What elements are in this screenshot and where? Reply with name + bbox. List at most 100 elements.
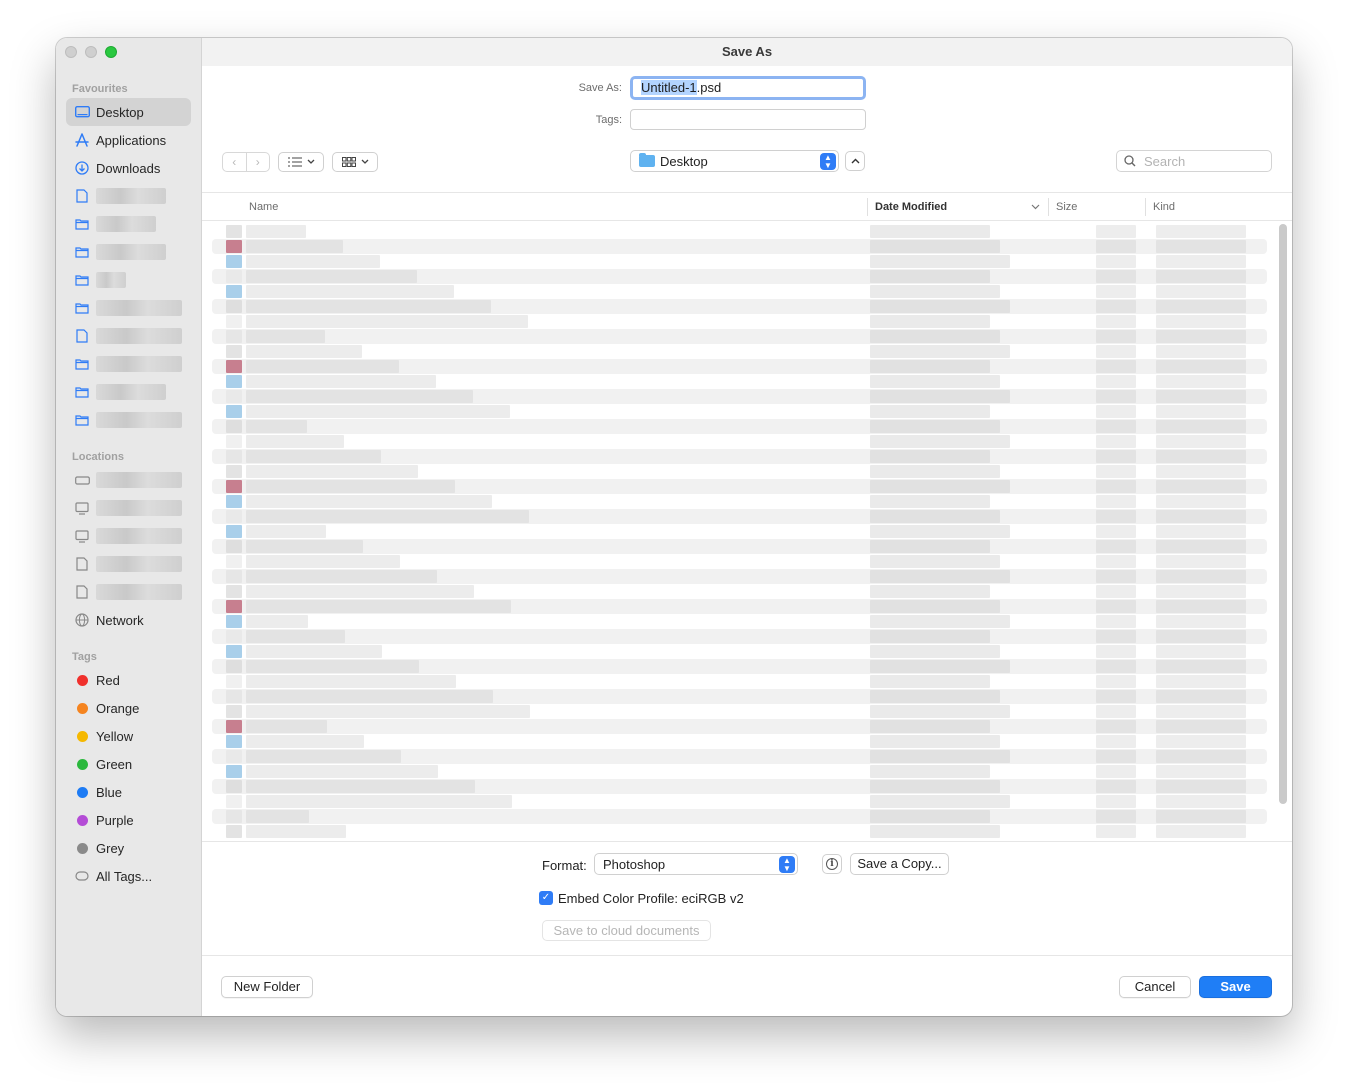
- info-button[interactable]: i: [822, 854, 842, 874]
- minimize-button[interactable]: [85, 46, 97, 58]
- sidebar-item-downloads[interactable]: Downloads: [66, 154, 191, 182]
- redacted-size: [1096, 390, 1136, 403]
- forward-button[interactable]: ›: [246, 152, 270, 172]
- column-name[interactable]: Name: [249, 201, 278, 213]
- tags-input[interactable]: [630, 109, 866, 130]
- file-row[interactable]: [212, 329, 1267, 344]
- file-row[interactable]: [212, 524, 1267, 539]
- sidebar-item-redacted-computer[interactable]: [66, 522, 191, 550]
- file-row[interactable]: [212, 659, 1267, 674]
- file-row[interactable]: [212, 284, 1267, 299]
- file-row[interactable]: [212, 719, 1267, 734]
- file-row[interactable]: [212, 824, 1267, 839]
- redacted-kind: [1156, 405, 1246, 418]
- file-row[interactable]: [212, 464, 1267, 479]
- file-row[interactable]: [212, 674, 1267, 689]
- redacted-kind: [1156, 525, 1246, 538]
- file-row[interactable]: [212, 569, 1267, 584]
- file-row[interactable]: [212, 794, 1267, 809]
- file-row[interactable]: [212, 449, 1267, 464]
- sidebar-item-redacted[interactable]: [66, 210, 191, 238]
- sidebar-item-network[interactable]: Network: [66, 606, 191, 634]
- file-row[interactable]: [212, 629, 1267, 644]
- file-row[interactable]: [212, 644, 1267, 659]
- file-row[interactable]: [212, 359, 1267, 374]
- sidebar-item-all-tags[interactable]: All Tags...: [66, 862, 191, 890]
- file-row[interactable]: [212, 599, 1267, 614]
- filename-input[interactable]: Untitled-1.psd: [630, 76, 866, 100]
- cancel-button[interactable]: Cancel: [1119, 976, 1191, 998]
- file-row[interactable]: [212, 779, 1267, 794]
- search-field[interactable]: Search: [1116, 150, 1272, 172]
- file-row[interactable]: [212, 404, 1267, 419]
- save-button[interactable]: Save: [1199, 976, 1272, 998]
- sidebar-item-applications[interactable]: Applications: [66, 126, 191, 154]
- sidebar-item-redacted[interactable]: [66, 294, 191, 322]
- file-row[interactable]: [212, 509, 1267, 524]
- file-row[interactable]: [212, 299, 1267, 314]
- file-row[interactable]: [212, 374, 1267, 389]
- file-row[interactable]: [212, 704, 1267, 719]
- sidebar-item-tag-orange[interactable]: Orange: [66, 694, 191, 722]
- column-size[interactable]: Size: [1056, 201, 1077, 213]
- file-row[interactable]: [212, 809, 1267, 824]
- file-row[interactable]: [212, 314, 1267, 329]
- back-button[interactable]: ‹: [222, 152, 247, 172]
- file-row[interactable]: [212, 494, 1267, 509]
- group-button[interactable]: [332, 152, 378, 172]
- file-row[interactable]: [212, 344, 1267, 359]
- sidebar-item-redacted[interactable]: [66, 322, 191, 350]
- file-row[interactable]: [212, 539, 1267, 554]
- redacted-name: [246, 480, 455, 493]
- sidebar-item-redacted[interactable]: [66, 238, 191, 266]
- sidebar-item-tag-green[interactable]: Green: [66, 750, 191, 778]
- file-row[interactable]: [212, 734, 1267, 749]
- sidebar-item-redacted[interactable]: [66, 182, 191, 210]
- file-row[interactable]: [212, 224, 1267, 239]
- file-icon: [226, 690, 242, 703]
- expand-collapse-button[interactable]: [845, 151, 865, 171]
- sidebar-item-tag-grey[interactable]: Grey: [66, 834, 191, 862]
- file-row[interactable]: [212, 419, 1267, 434]
- column-date-modified[interactable]: Date Modified: [875, 201, 947, 213]
- view-list-button[interactable]: [278, 152, 324, 172]
- sidebar-item-tag-red[interactable]: Red: [66, 666, 191, 694]
- file-row[interactable]: [212, 479, 1267, 494]
- close-button[interactable]: [65, 46, 77, 58]
- save-to-cloud-button[interactable]: Save to cloud documents: [542, 920, 711, 941]
- redacted-label: [96, 328, 182, 344]
- file-row[interactable]: [212, 749, 1267, 764]
- file-list[interactable]: [212, 224, 1267, 842]
- file-row[interactable]: [212, 584, 1267, 599]
- sidebar-item-desktop[interactable]: Desktop: [66, 98, 191, 126]
- file-row[interactable]: [212, 389, 1267, 404]
- column-kind[interactable]: Kind: [1153, 201, 1175, 213]
- sidebar-item-redacted[interactable]: [66, 378, 191, 406]
- sidebar-item-tag-purple[interactable]: Purple: [66, 806, 191, 834]
- save-a-copy-button[interactable]: Save a Copy...: [850, 853, 949, 875]
- file-row[interactable]: [212, 239, 1267, 254]
- sidebar-item-redacted[interactable]: [66, 406, 191, 434]
- file-row[interactable]: [212, 434, 1267, 449]
- file-row[interactable]: [212, 269, 1267, 284]
- sidebar-item-tag-blue[interactable]: Blue: [66, 778, 191, 806]
- format-popup[interactable]: Photoshop ▲ ▼: [594, 853, 798, 875]
- sidebar-item-tag-yellow[interactable]: Yellow: [66, 722, 191, 750]
- location-popup[interactable]: Desktop ▲ ▼: [630, 150, 839, 172]
- file-row[interactable]: [212, 764, 1267, 779]
- sidebar-item-redacted-document[interactable]: [66, 578, 191, 606]
- new-folder-button[interactable]: New Folder: [221, 976, 313, 998]
- sidebar-item-redacted[interactable]: [66, 350, 191, 378]
- zoom-button[interactable]: [105, 46, 117, 58]
- redacted-size: [1096, 525, 1136, 538]
- sidebar-item-redacted[interactable]: [66, 266, 191, 294]
- file-row[interactable]: [212, 614, 1267, 629]
- file-row[interactable]: [212, 689, 1267, 704]
- file-row[interactable]: [212, 254, 1267, 269]
- sidebar-item-redacted-drive[interactable]: [66, 466, 191, 494]
- sidebar-item-redacted-document[interactable]: [66, 550, 191, 578]
- sidebar-item-redacted-computer[interactable]: [66, 494, 191, 522]
- embed-color-profile-checkbox[interactable]: ✓: [539, 891, 553, 905]
- scrollbar[interactable]: [1279, 224, 1287, 804]
- file-row[interactable]: [212, 554, 1267, 569]
